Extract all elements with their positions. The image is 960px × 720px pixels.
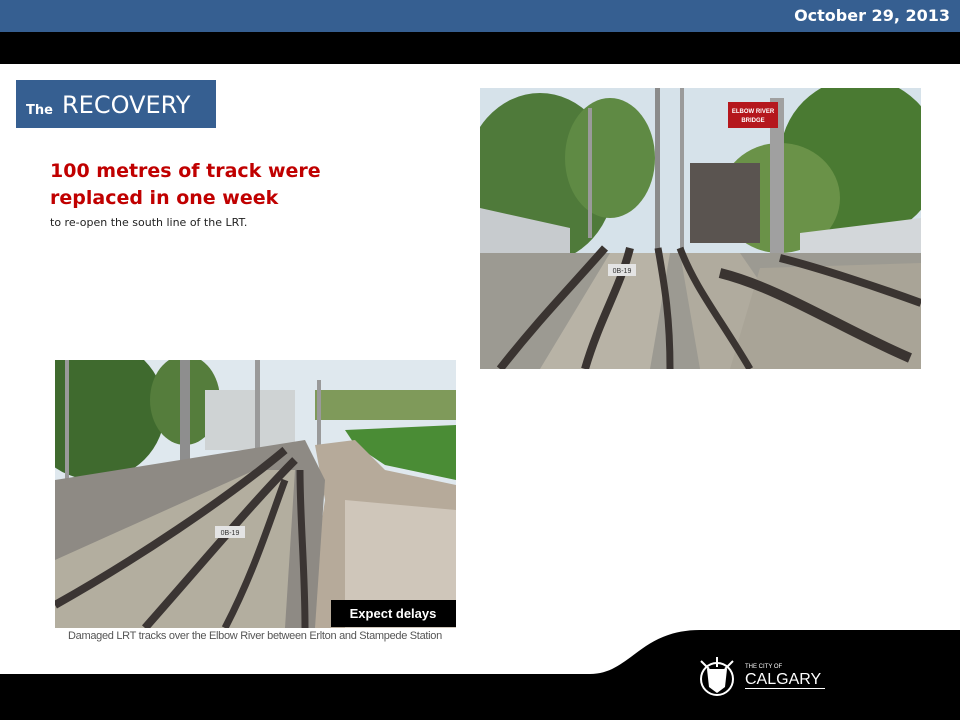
- flood-tracks-illustration: 0B-19 Expect delays: [55, 360, 456, 628]
- bridge-tracks-photo: ELBOW RIVER BRIDGE 0B-19: [480, 88, 921, 369]
- banner-text: Expect delays: [350, 606, 437, 621]
- logo-big-text: CALGARY: [745, 671, 822, 688]
- subline: to re-open the south line of the LRT.: [50, 216, 248, 229]
- section-tag: The RECOVERY: [16, 80, 216, 128]
- bridge-tracks-illustration: ELBOW RIVER BRIDGE 0B-19: [480, 88, 921, 369]
- city-crest-icon: [700, 657, 734, 696]
- river-sign: [728, 102, 778, 128]
- presentation-date: October 29, 2013: [794, 6, 950, 25]
- title-band: [0, 32, 960, 64]
- sign-text-2: BRIDGE: [741, 118, 764, 124]
- top-banner: October 29, 2013: [0, 0, 960, 32]
- city-logo: THE CITY OF CALGARY: [700, 657, 825, 696]
- section-title: RECOVERY: [62, 91, 191, 119]
- track-marker-text: 0B-19: [613, 268, 632, 275]
- headline: 100 metres of track were replaced in one…: [50, 160, 321, 209]
- logo-small-text: THE CITY OF: [745, 664, 783, 670]
- track-marker-left-text: 0B-19: [221, 530, 240, 537]
- flood-tracks-photo: 0B-19 Expect delays: [55, 360, 456, 628]
- sign-text-1: ELBOW RIVER: [732, 109, 775, 115]
- section-prefix: The: [26, 103, 53, 118]
